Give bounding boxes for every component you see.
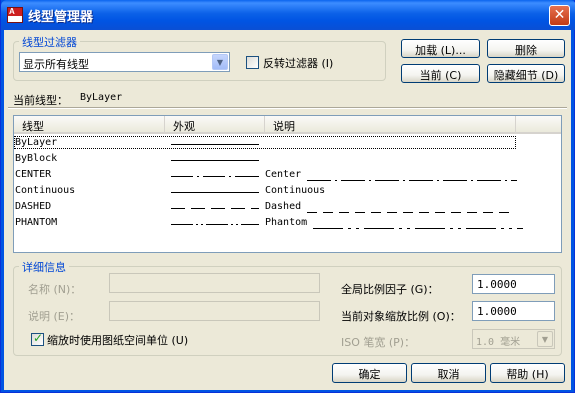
table-row[interactable]: CENTER Center: [14, 168, 561, 184]
table-row[interactable]: ByBlock: [14, 152, 561, 168]
global-scale-input[interactable]: 1.0000: [472, 274, 555, 294]
linetype-name: DASHED: [15, 201, 52, 212]
linetype-description-pattern: [307, 180, 517, 181]
table-row[interactable]: Continuous Continuous: [14, 184, 561, 200]
object-scale-label: 当前对象缩放比例 (O)：: [341, 310, 461, 323]
linetype-name: Continuous: [15, 185, 76, 196]
chevron-down-icon[interactable]: ▼: [537, 331, 553, 347]
description-field[interactable]: [109, 301, 320, 321]
help-button[interactable]: 帮助 (H): [490, 363, 565, 383]
column-header-appearance[interactable]: 外观: [165, 116, 265, 133]
iso-pen-width-label: ISO 笔宽 (P)：: [341, 336, 416, 349]
load-button[interactable]: 加载 (L)...: [401, 39, 480, 58]
linetype-manager-window: A 线型管理器 ✕ 线型过滤器 显示所有线型 ▼ 反转过滤器 (I) 加载 (L…: [0, 0, 575, 393]
linetype-appearance: [171, 208, 259, 209]
iso-pen-width-value: 1.0 毫米: [476, 337, 521, 348]
linetype-name: ByLayer: [14, 136, 516, 149]
current-linetype-value: ByLayer: [80, 92, 123, 103]
linetype-description: Center: [265, 169, 302, 180]
linetype-appearance: [171, 160, 259, 161]
linetype-description: Dashed: [265, 201, 302, 212]
close-icon: ✕: [553, 7, 566, 23]
name-label: 名称 (N)：: [28, 283, 82, 296]
global-scale-label: 全局比例因子 (G)：: [341, 283, 439, 296]
filter-group-title: 线型过滤器: [19, 34, 80, 50]
paper-space-units-label: 缩放时使用图纸空间单位 (U): [47, 334, 189, 347]
details-group-title: 详细信息: [19, 259, 69, 275]
linetype-description: Continuous: [265, 185, 326, 196]
linetype-name: CENTER: [15, 169, 52, 180]
linetype-description: Phantom: [265, 217, 308, 228]
linetype-appearance: [171, 144, 259, 145]
title-bar[interactable]: A 线型管理器 ✕: [1, 0, 575, 30]
window-title: 线型管理器: [28, 10, 94, 25]
linetype-list[interactable]: 线型 外观 说明 ByLayer ByBlock CENTER Center Conti…: [13, 115, 562, 253]
autocad-icon: A: [7, 7, 23, 23]
invert-filter-checkbox[interactable]: [246, 56, 259, 69]
linetype-appearance: [171, 176, 259, 177]
close-button[interactable]: ✕: [549, 5, 570, 26]
divider: [8, 107, 567, 109]
linetype-appearance: [171, 224, 259, 225]
column-header-description[interactable]: 说明: [265, 116, 516, 133]
dialog-client: 线型过滤器 显示所有线型 ▼ 反转过滤器 (I) 加载 (L)... 删除 当前…: [4, 30, 571, 390]
list-header: 线型 外观 说明: [14, 116, 561, 134]
chevron-down-icon[interactable]: ▼: [212, 54, 228, 70]
hide-details-button[interactable]: 隐藏细节 (D): [487, 64, 565, 83]
iso-pen-width-combo[interactable]: 1.0 毫米 ▼: [472, 329, 555, 349]
name-field[interactable]: [109, 273, 320, 293]
ok-button[interactable]: 确定: [332, 363, 407, 383]
delete-button[interactable]: 删除: [487, 39, 565, 58]
linetype-appearance: [171, 192, 259, 193]
filter-combo-value: 显示所有线型: [23, 58, 89, 71]
table-row[interactable]: DASHED Dashed: [14, 200, 561, 216]
table-row[interactable]: ByLayer: [14, 136, 561, 152]
current-button[interactable]: 当前 (C): [401, 64, 480, 83]
filter-combo[interactable]: 显示所有线型 ▼: [19, 52, 230, 72]
invert-filter-label: 反转过滤器 (I): [263, 57, 334, 70]
object-scale-input[interactable]: 1.0000: [472, 301, 555, 321]
column-header-linetype[interactable]: 线型: [14, 116, 165, 133]
linetype-description-pattern: [313, 228, 523, 229]
paper-space-units-checkbox[interactable]: [31, 331, 44, 346]
description-label: 说明 (E)：: [28, 310, 81, 323]
linetype-name: ByBlock: [15, 153, 58, 164]
current-linetype-label: 当前线型：: [13, 94, 68, 107]
table-row[interactable]: PHANTOM Phantom: [14, 216, 561, 232]
cancel-button[interactable]: 取消: [411, 363, 486, 383]
linetype-description-pattern: [307, 212, 509, 213]
linetype-name: PHANTOM: [15, 217, 58, 228]
